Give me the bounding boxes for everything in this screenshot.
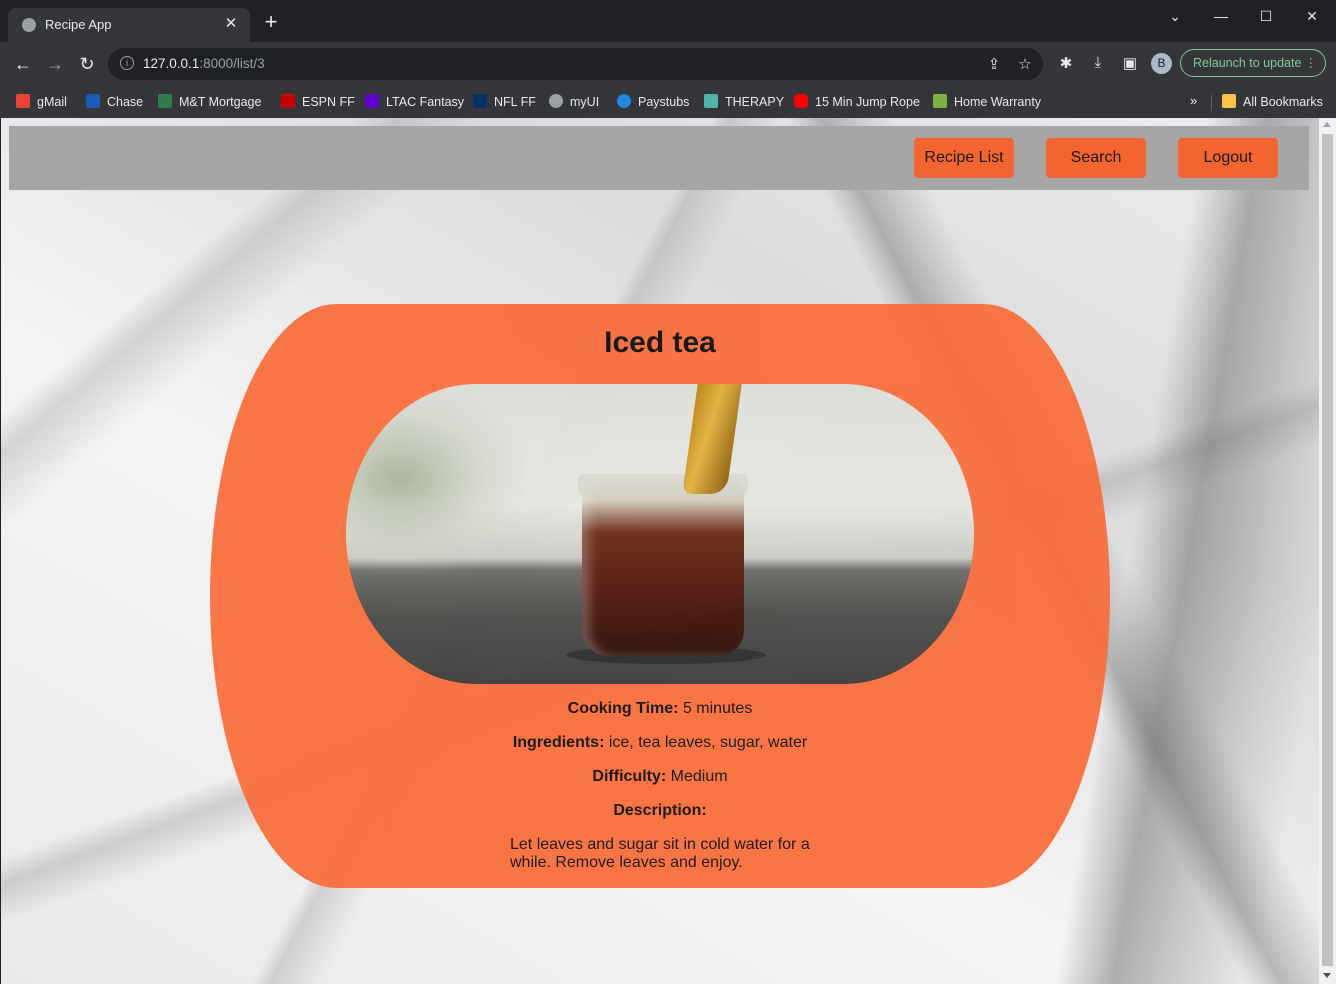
paystubs-icon [617,94,631,108]
bookmark-myui[interactable]: myUI [549,92,599,112]
profile-avatar[interactable]: B [1151,53,1172,74]
description-label: Description: [613,802,707,819]
page-viewport: Recipe List Search Logout Iced tea Cooki… [1,118,1319,984]
bookmark-label: Chase [107,95,144,109]
globe-icon [22,18,36,32]
back-icon[interactable]: ← [11,52,35,76]
forward-icon[interactable]: → [43,52,67,76]
bookmark-label: LTAC Fantasy [386,95,465,109]
cooking-time-label: Cooking Time: [567,700,679,717]
maximize-icon[interactable]: ☐ [1251,8,1281,25]
bookmark-home-warranty[interactable]: Home Warranty [933,92,1041,112]
url-text: 127.0.0.1:8000/list/3 [143,56,265,71]
site-info-icon[interactable]: i [120,56,134,70]
relaunch-label: Relaunch to update [1193,56,1302,70]
new-tab-icon[interactable]: + [260,11,282,33]
espn-icon [281,94,295,108]
ingredients-value: ice, tea leaves, sugar, water [608,734,808,751]
scrollbar-thumb[interactable] [1322,134,1333,966]
youtube-icon [794,94,808,108]
browser-toolbar: ← → ↻ i 127.0.0.1:8000/list/3 ⇪ ☆ ✱ ⤓ ▣ … [0,42,1336,86]
bookmark-chase[interactable]: Chase [86,92,143,112]
recipe-image [346,384,974,684]
cooking-time-value: 5 minutes [682,700,753,717]
folder-icon [1222,94,1236,108]
home-warranty-icon [933,94,947,108]
difficulty-label: Difficulty: [592,768,667,785]
browser-tab[interactable]: Recipe App ✕ [8,8,250,42]
recipe-card: Iced tea Cooking Time: 5 minutes Ingredi… [210,304,1110,888]
all-bookmarks-label: All Bookmarks [1243,95,1323,109]
minimize-icon[interactable]: — [1206,8,1236,24]
all-bookmarks-folder[interactable]: All Bookmarks [1222,92,1323,112]
bookmark-therapy[interactable]: THERAPY [704,92,784,112]
logout-button[interactable]: Logout [1178,138,1278,178]
description-text: Let leaves and sugar sit in cold water f… [510,836,810,871]
site-navbar: Recipe List Search Logout [9,126,1309,190]
recipe-title: Iced tea [604,326,716,359]
address-bar[interactable]: i 127.0.0.1:8000/list/3 ⇪ ☆ [108,48,1043,80]
bookmarks-bar: gMail Chase M&T Mortgage ESPN FF LTAC Fa… [0,86,1336,119]
yahoo-icon [365,94,379,108]
extensions-icon[interactable]: ✱ [1056,54,1076,72]
close-window-icon[interactable]: ✕ [1297,8,1327,25]
side-panel-icon[interactable]: ▣ [1120,54,1140,72]
relaunch-button[interactable]: Relaunch to update ⋮ [1180,49,1326,77]
bookmark-label: THERAPY [725,95,785,109]
bookmark-ltac[interactable]: LTAC Fantasy [365,92,464,112]
bookmark-label: ESPN FF [302,95,355,109]
bookmark-paystubs[interactable]: Paystubs [617,92,689,112]
difficulty-row: Difficulty: Medium [210,768,1110,786]
more-bookmarks-icon[interactable]: » [1190,93,1197,108]
bookmark-mt-mortgage[interactable]: M&T Mortgage [158,92,261,112]
bookmark-gmail[interactable]: gMail [16,92,67,112]
tab-title: Recipe App [45,17,112,32]
chase-icon [86,94,100,108]
bookmark-label: 15 Min Jump Rope [815,95,920,109]
bookmarks-divider [1211,95,1212,111]
ingredients-row: Ingredients: ice, tea leaves, sugar, wat… [210,734,1110,752]
gmail-icon [16,94,30,108]
bookmark-label: M&T Mortgage [179,95,262,109]
difficulty-value: Medium [670,768,728,785]
bookmark-espn[interactable]: ESPN FF [281,92,355,112]
background-foliage [346,384,526,574]
vertical-scrollbar[interactable] [1319,118,1336,984]
tea-jar [582,480,744,656]
mt-icon [158,94,172,108]
reload-icon[interactable]: ↻ [75,52,99,76]
bookmark-label: Paystubs [638,95,690,109]
bookmark-label: gMail [37,95,67,109]
bookmark-label: Home Warranty [954,95,1042,109]
url-path: :8000/list/3 [199,56,265,71]
description-heading: Description: [210,802,1110,820]
globe-icon [549,94,563,108]
url-host: 127.0.0.1 [143,56,200,71]
ingredients-label: Ingredients: [512,734,605,751]
bookmark-label: myUI [570,95,600,109]
close-tab-icon[interactable]: ✕ [222,15,240,33]
tab-strip: Recipe App ✕ + ⌄ — ☐ ✕ [0,0,1336,42]
bookmark-label: NFL FF [494,95,536,109]
bookmark-nfl[interactable]: NFL FF [473,92,536,112]
scroll-down-arrow-icon[interactable] [1323,973,1331,978]
menu-icon[interactable]: ⋮ [1305,50,1318,76]
nfl-icon [473,94,487,108]
bookmark-jump-rope[interactable]: 15 Min Jump Rope [794,92,920,112]
scroll-up-arrow-icon[interactable] [1323,122,1331,127]
tab-search-icon[interactable]: ⌄ [1160,8,1190,25]
cooking-time-row: Cooking Time: 5 minutes [210,700,1110,718]
share-icon[interactable]: ⇪ [985,55,1003,73]
download-icon[interactable]: ⤓ [1088,54,1108,71]
therapy-icon [704,94,718,108]
recipe-list-button[interactable]: Recipe List [914,138,1014,178]
search-button[interactable]: Search [1046,138,1146,178]
bookmark-star-icon[interactable]: ☆ [1016,55,1034,73]
